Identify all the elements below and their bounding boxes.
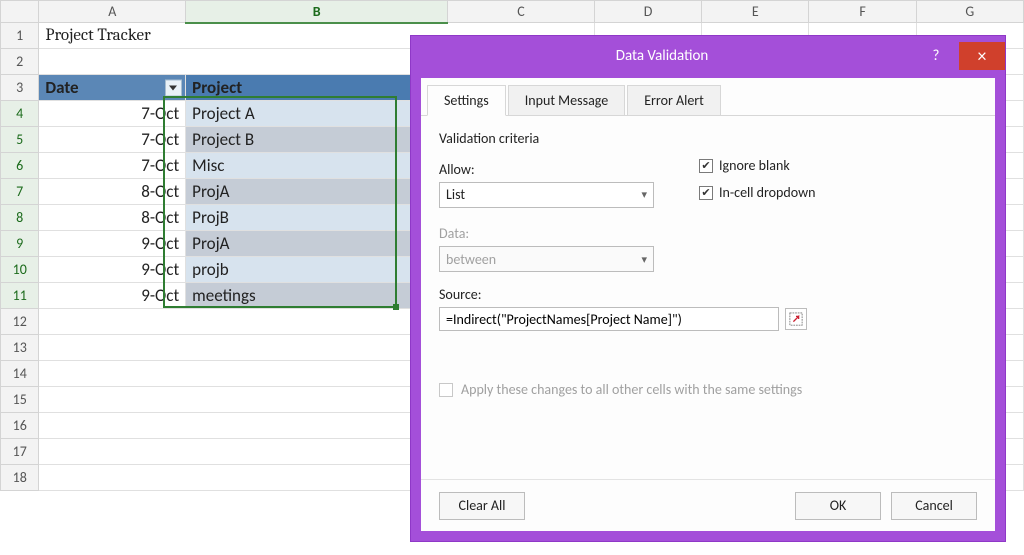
data-dropdown: between ▾: [439, 246, 654, 272]
criteria-heading: Validation criteria: [439, 130, 977, 147]
data-value: between: [446, 251, 496, 268]
row-header-5[interactable]: 5: [1, 127, 39, 153]
source-label: Source:: [439, 286, 977, 303]
col-header-F[interactable]: F: [809, 1, 916, 23]
checkbox-icon: [439, 383, 453, 397]
allow-label: Allow:: [439, 161, 699, 178]
cell-date[interactable]: 9-Oct: [39, 231, 186, 257]
row-header-9[interactable]: 9: [1, 231, 39, 257]
row-header-11[interactable]: 11: [1, 283, 39, 309]
col-header-E[interactable]: E: [702, 1, 809, 23]
data-label: Data:: [439, 225, 699, 242]
cell-date[interactable]: 7-Oct: [39, 101, 186, 127]
row-header-15[interactable]: 15: [1, 387, 39, 413]
col-header-C[interactable]: C: [448, 1, 595, 23]
row-header-13[interactable]: 13: [1, 335, 39, 361]
row-header-1[interactable]: 1: [1, 23, 39, 49]
col-header-A[interactable]: A: [39, 1, 186, 23]
table-header-date[interactable]: Date: [39, 75, 186, 101]
data-validation-dialog: Data Validation ? × Settings Input Messa…: [410, 35, 1006, 542]
help-button[interactable]: ?: [913, 43, 959, 69]
incell-dropdown-checkbox[interactable]: ✔ In-cell dropdown: [699, 184, 815, 201]
checkbox-icon: ✔: [699, 159, 713, 173]
cell-project[interactable]: meetings: [186, 283, 448, 309]
ignore-blank-label: Ignore blank: [719, 157, 790, 174]
row-header-18[interactable]: 18: [1, 465, 39, 491]
table-header-label: Date: [45, 77, 78, 98]
row-header-17[interactable]: 17: [1, 439, 39, 465]
dialog-button-bar: Clear All OK Cancel: [421, 479, 995, 531]
cell-date[interactable]: 9-Oct: [39, 283, 186, 309]
allow-dropdown[interactable]: List ▾: [439, 182, 654, 208]
row-header-14[interactable]: 14: [1, 361, 39, 387]
row-header-10[interactable]: 10: [1, 257, 39, 283]
col-header-G[interactable]: G: [916, 1, 1023, 23]
cancel-button[interactable]: Cancel: [891, 492, 977, 520]
cell-date[interactable]: 8-Oct: [39, 205, 186, 231]
row-header-4[interactable]: 4: [1, 101, 39, 127]
chevron-down-icon: ▾: [641, 253, 647, 266]
checkbox-icon: ✔: [699, 186, 713, 200]
ok-button[interactable]: OK: [795, 492, 881, 520]
range-picker-button[interactable]: [785, 308, 807, 330]
row-header-3[interactable]: 3: [1, 75, 39, 101]
source-input[interactable]: [439, 307, 779, 331]
apply-same-settings-checkbox: Apply these changes to all other cells w…: [439, 381, 977, 398]
close-button[interactable]: ×: [959, 42, 1005, 70]
apply-label: Apply these changes to all other cells w…: [461, 381, 802, 398]
tab-strip: Settings Input Message Error Alert: [421, 78, 995, 116]
cell-project[interactable]: ProjA: [186, 179, 448, 205]
row-header-2[interactable]: 2: [1, 49, 39, 75]
cell-project[interactable]: ProjA: [186, 231, 448, 257]
select-all-corner[interactable]: [1, 1, 39, 23]
row-header-8[interactable]: 8: [1, 205, 39, 231]
cell-date[interactable]: 9-Oct: [39, 257, 186, 283]
table-header-project[interactable]: Project: [186, 75, 448, 101]
chevron-down-icon: ▾: [641, 188, 647, 201]
tab-input-message[interactable]: Input Message: [508, 85, 625, 116]
incell-label: In-cell dropdown: [719, 184, 815, 201]
dialog-title: Data Validation: [411, 47, 913, 65]
ignore-blank-checkbox[interactable]: ✔ Ignore blank: [699, 157, 815, 174]
row-header-16[interactable]: 16: [1, 413, 39, 439]
col-header-D[interactable]: D: [594, 1, 701, 23]
dialog-body: Settings Input Message Error Alert Valid…: [421, 78, 995, 531]
cell-project[interactable]: projb: [186, 257, 448, 283]
cell-date[interactable]: 7-Oct: [39, 153, 186, 179]
cell-project[interactable]: Project B: [186, 127, 448, 153]
tab-settings[interactable]: Settings: [427, 85, 506, 116]
col-header-B[interactable]: B: [186, 1, 448, 23]
cell-project[interactable]: Misc: [186, 153, 448, 179]
filter-dropdown-icon[interactable]: [165, 79, 182, 96]
tab-error-alert[interactable]: Error Alert: [627, 85, 721, 116]
allow-value: List: [446, 186, 465, 203]
row-header-6[interactable]: 6: [1, 153, 39, 179]
table-header-label: Project: [192, 77, 242, 98]
cell-date[interactable]: 7-Oct: [39, 127, 186, 153]
cell-project[interactable]: ProjB: [186, 205, 448, 231]
clear-all-button[interactable]: Clear All: [439, 492, 525, 520]
dialog-titlebar[interactable]: Data Validation ? ×: [411, 36, 1005, 76]
cell-project[interactable]: Project A: [186, 101, 448, 127]
row-header-7[interactable]: 7: [1, 179, 39, 205]
row-header-12[interactable]: 12: [1, 309, 39, 335]
range-picker-icon: [789, 312, 803, 326]
cell-date[interactable]: 8-Oct: [39, 179, 186, 205]
settings-pane: Validation criteria Allow: List ▾ ✔ Igno…: [421, 116, 995, 406]
